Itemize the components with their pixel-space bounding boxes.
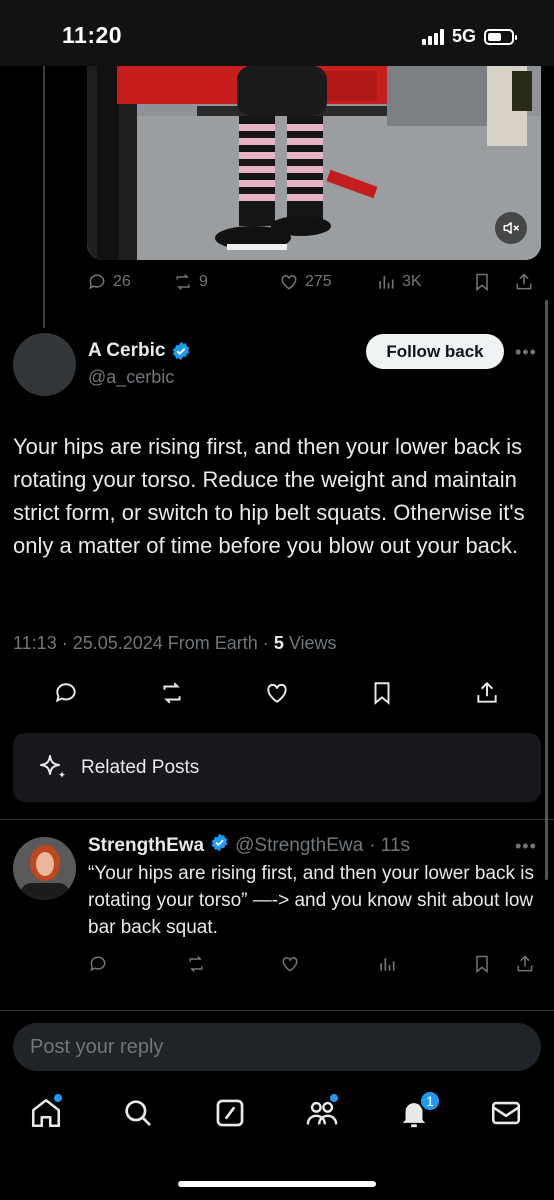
reply-action[interactable] [53,680,79,706]
author-name[interactable]: A Cerbic [88,340,191,362]
signal-icon [421,28,444,45]
heart-icon [267,683,287,703]
bookmark-action[interactable] [472,272,492,292]
like-action[interactable]: 275 [279,272,332,292]
nav-notifications[interactable]: 1 [397,1090,441,1132]
heart-icon [281,274,297,290]
reply-action[interactable]: 26 [87,272,131,292]
home-indicator[interactable] [178,1181,376,1187]
nav-communities[interactable] [305,1094,341,1132]
views-icon [380,958,395,971]
mute-button[interactable] [495,212,527,244]
bookmark-icon [476,955,488,974]
reply-icon [55,683,76,703]
reply-actions [88,954,540,980]
main-tweet-actions [0,680,554,710]
reply-count: 26 [113,273,131,290]
bookmark-action[interactable] [472,954,492,974]
share-action[interactable] [474,680,500,706]
reply-input-placeholder: Post your reply [30,1035,164,1058]
repost-icon [176,273,190,291]
verified-badge-icon [171,341,191,361]
views-label: Views [283,633,337,653]
divider [0,1010,554,1011]
notifications-badge: 1 [419,1090,441,1112]
reply-text: “Your hips are rising first, and then yo… [88,863,535,938]
search-icon [125,1100,151,1126]
reply-action[interactable] [88,954,108,974]
scrollbar[interactable] [545,300,548,880]
reply-icon [89,274,105,290]
sparkle-icon [40,754,66,778]
views-action[interactable]: 3K [376,272,422,292]
tweet-video[interactable] [87,66,541,260]
reply-author-avatar[interactable] [13,837,76,900]
nav-messages[interactable] [489,1096,525,1132]
repost-icon [189,955,203,973]
views-icon [379,276,394,289]
bookmark-icon [374,682,390,705]
communities-unread-dot [330,1094,338,1102]
share-action[interactable] [514,272,534,292]
share-icon [516,273,532,290]
share-action[interactable] [515,954,535,974]
reply-author-name[interactable]: StrengthEwa [88,835,204,857]
network-label: 5G [451,26,476,46]
status-icons: 5G [421,26,517,47]
follow-back-button[interactable]: Follow back [366,334,504,369]
mail-icon [491,1101,521,1125]
related-posts-button[interactable]: Related Posts [13,733,541,802]
divider [0,819,554,820]
share-icon [517,955,533,972]
nav-home[interactable] [29,1094,65,1132]
grok-icon [216,1099,244,1127]
verified-badge-icon [210,833,229,858]
like-action[interactable] [280,954,300,974]
reply-time: · 11s [369,834,411,856]
thread-line [43,66,45,328]
views-action[interactable] [377,954,397,974]
speaker-muted-icon [503,222,520,234]
like-count: 275 [305,273,332,290]
views-count-main[interactable]: 5 [274,633,284,653]
repost-action[interactable] [159,680,185,706]
reply-header: StrengthEwa @StrengthEwa · 11s [88,833,410,858]
like-action[interactable] [264,680,290,706]
reply-input[interactable]: Post your reply [13,1023,541,1071]
status-bar: 11:20 5G [0,0,554,66]
bookmark-action[interactable] [369,680,395,706]
related-posts-label: Related Posts [81,756,200,778]
tweet-meta: 11:13 · 25.05.2024 From Earth · 5 Views [13,633,337,654]
battery-icon [484,28,517,45]
views-count: 3K [402,273,422,290]
repost-count: 9 [199,273,208,290]
home-unread-dot [54,1094,62,1102]
video-frame-image [87,66,541,260]
repost-action[interactable]: 9 [173,272,208,292]
more-options-icon[interactable]: ••• [515,342,537,363]
nav-search[interactable] [121,1096,157,1132]
tweet-timestamp: 11:13 · 25.05.2024 From Earth · [13,633,274,653]
author-handle[interactable]: @a_cerbic [88,367,174,388]
author-avatar[interactable] [13,333,76,396]
reply-author-handle[interactable]: @StrengthEwa [235,835,363,857]
repost-action[interactable] [186,954,206,974]
author-display-name: A Cerbic [88,340,166,361]
reply-more-options-icon[interactable]: ••• [515,836,537,857]
tweet-text: Your hips are rising first, and then you… [13,434,525,558]
reply-icon [90,956,106,972]
parent-tweet-actions: 26 9 275 3K [87,272,542,300]
heart-icon [282,956,298,972]
bookmark-icon [476,273,488,292]
repost-icon [163,682,181,704]
share-icon [477,681,497,703]
nav-grok[interactable] [213,1096,249,1132]
status-time: 11:20 [62,22,123,48]
